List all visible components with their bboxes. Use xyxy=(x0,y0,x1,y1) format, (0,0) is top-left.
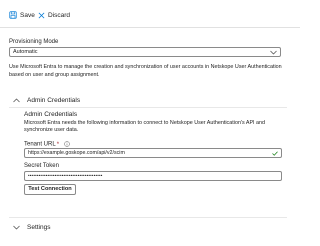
section-divider xyxy=(9,107,287,108)
command-bar: Save Discard xyxy=(0,0,300,28)
provisioning-mode-value: Automatic xyxy=(13,49,38,55)
secret-token-label: Secret Token xyxy=(24,163,59,169)
admin-credentials-section-toggle[interactable]: Admin Credentials xyxy=(0,93,300,107)
section-divider xyxy=(9,217,287,218)
save-button[interactable]: Save xyxy=(9,8,35,22)
provisioning-mode-description: Use Microsoft Entra to manage the creati… xyxy=(9,64,282,78)
save-label: Save xyxy=(20,11,35,19)
discard-label: Discard xyxy=(48,11,71,19)
save-icon xyxy=(9,11,17,19)
secret-token-input[interactable]: ••••••••••••••••••••••••••••••••••••••••… xyxy=(24,171,282,181)
chevron-down-icon xyxy=(270,50,277,55)
tenant-url-label-row: Tenant URL* xyxy=(24,141,70,148)
admin-credentials-heading: Admin Credentials xyxy=(24,111,78,118)
discard-button[interactable]: Discard xyxy=(38,8,70,22)
required-marker: * xyxy=(56,141,60,148)
chevron-down-icon xyxy=(13,225,20,229)
test-connection-button[interactable]: Test Connection xyxy=(24,184,76,195)
settings-section-title: Settings xyxy=(27,223,51,231)
info-icon[interactable] xyxy=(63,141,70,147)
tenant-url-value: https://example.goskope.com/api/v2/scim xyxy=(28,150,125,156)
chevron-up-icon xyxy=(13,98,20,102)
admin-credentials-description: Microsoft Entra needs the following info… xyxy=(24,120,266,134)
close-icon xyxy=(38,12,45,18)
secret-token-value: ••••••••••••••••••••••••••••••••••••••••… xyxy=(28,173,103,178)
check-icon xyxy=(272,151,278,156)
admin-credentials-section-title: Admin Credentials xyxy=(27,96,81,104)
settings-section-toggle[interactable]: Settings xyxy=(0,220,300,234)
provisioning-mode-select[interactable]: Automatic xyxy=(9,47,281,57)
tenant-url-label: Tenant URL xyxy=(24,141,56,148)
tenant-url-input[interactable]: https://example.goskope.com/api/v2/scim xyxy=(24,148,282,158)
provisioning-mode-label: Provisioning Mode xyxy=(9,39,59,45)
